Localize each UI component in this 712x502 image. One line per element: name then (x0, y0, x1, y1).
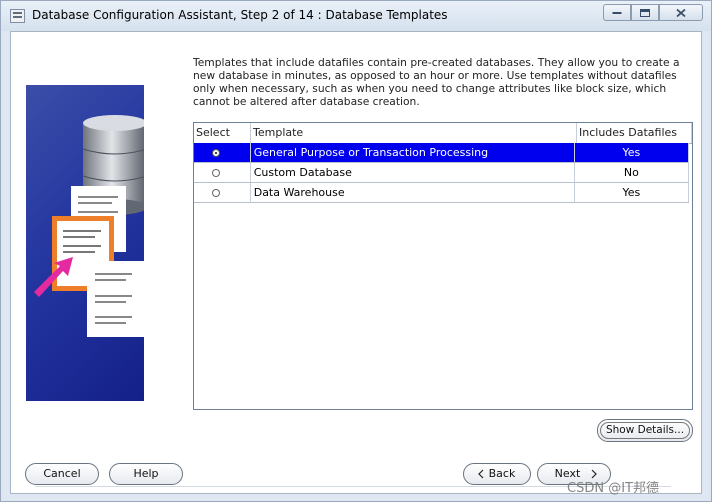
includes-datafiles-value: Yes (575, 143, 689, 162)
database-illustration (26, 85, 144, 401)
template-name: Data Warehouse (251, 183, 575, 202)
table-row[interactable]: General Purpose or Transaction Processin… (194, 143, 689, 163)
table-header: Select Template Includes Datafiles (194, 123, 692, 144)
template-name: General Purpose or Transaction Processin… (251, 143, 575, 162)
templates-table: Select Template Includes Datafiles Gener… (193, 122, 693, 410)
database-app-icon (10, 9, 25, 23)
database-templates-illustration-icon (34, 115, 144, 337)
dbca-window: Database Configuration Assistant, Step 2… (0, 0, 712, 502)
minimize-button[interactable] (603, 4, 631, 21)
cancel-label: Cancel (43, 467, 81, 480)
window-controls (603, 4, 703, 22)
template-name: Custom Database (251, 163, 575, 182)
template-description: Templates that include datafiles contain… (193, 56, 680, 108)
chevron-left-icon (478, 469, 484, 479)
includes-datafiles-value: No (575, 163, 689, 182)
select-cell[interactable] (194, 143, 251, 162)
table-row[interactable]: Data Warehouse Yes (194, 183, 689, 203)
maximize-button[interactable] (631, 4, 659, 21)
title-bar[interactable]: Database Configuration Assistant, Step 2… (1, 1, 711, 31)
maximize-icon (640, 8, 650, 17)
radio-button[interactable] (211, 188, 220, 197)
window-title: Database Configuration Assistant, Step 2… (32, 8, 448, 22)
show-details-button[interactable]: Show Details... (597, 419, 693, 442)
select-cell[interactable] (194, 163, 251, 182)
select-column-header[interactable]: Select (194, 123, 251, 143)
help-button[interactable]: Help (109, 463, 183, 485)
template-column-header[interactable]: Template (251, 123, 577, 143)
show-details-label: Show Details... (600, 422, 690, 439)
close-button[interactable] (659, 4, 703, 21)
back-button[interactable]: Back (463, 463, 531, 485)
includes-datafiles-value: Yes (575, 183, 689, 202)
radio-button[interactable] (211, 168, 220, 177)
cancel-button[interactable]: Cancel (25, 463, 99, 485)
radio-button-selected[interactable] (211, 148, 220, 157)
watermark: CSDN @IT邦德 (567, 481, 659, 496)
close-icon (676, 8, 686, 17)
table-row[interactable]: Custom Database No (194, 163, 689, 183)
includes-datafiles-column-header[interactable]: Includes Datafiles (577, 123, 692, 143)
select-cell[interactable] (194, 183, 251, 202)
minimize-icon (612, 11, 622, 14)
help-label: Help (133, 467, 159, 480)
